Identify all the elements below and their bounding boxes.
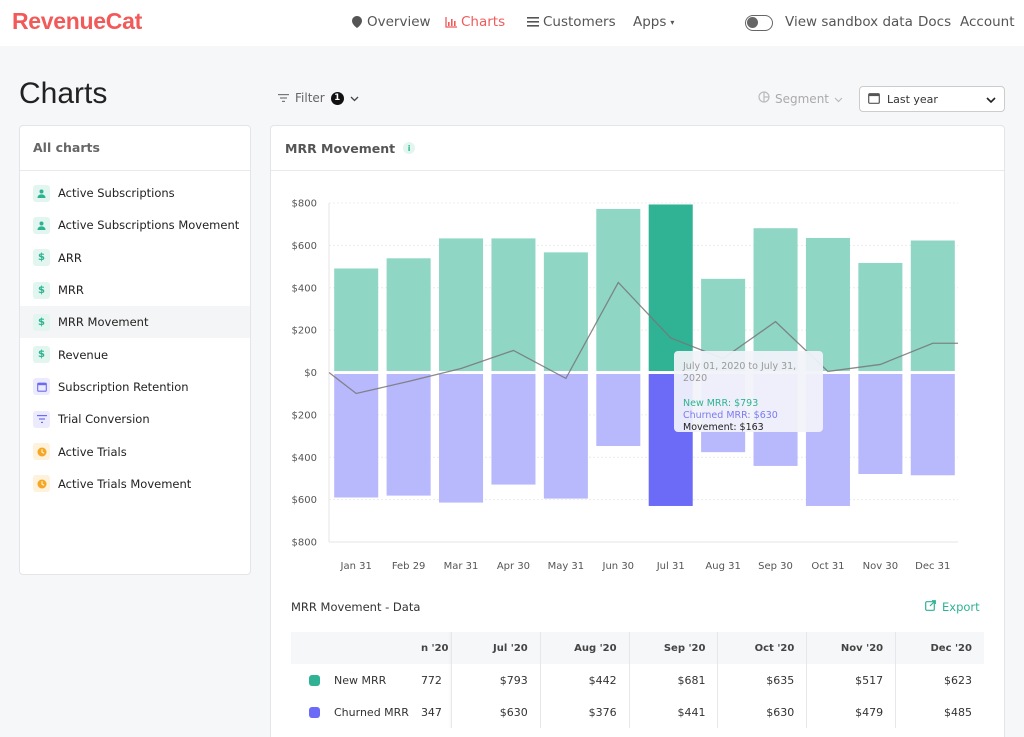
- table-cell: $623: [895, 664, 984, 696]
- table-cell: $517: [806, 664, 895, 696]
- y-tick-label: $400: [292, 453, 317, 464]
- bar-churned-mrr: [439, 374, 484, 503]
- bar-churned-mrr: [491, 374, 536, 485]
- tooltip-churned-mrr: Churned MRR: $630: [683, 410, 778, 421]
- table-cell: $635: [717, 664, 806, 696]
- bar-churned-mrr: [543, 374, 588, 499]
- bar-churned-mrr: [386, 374, 431, 496]
- bar-new-mrr: [334, 268, 379, 371]
- bar-churned-mrr: [910, 374, 955, 476]
- bar-churned-mrr: [858, 374, 903, 474]
- column-header[interactable]: n '20: [421, 632, 451, 664]
- bar-new-mrr: [596, 208, 641, 371]
- external-link-icon: [925, 600, 936, 614]
- bar-new-mrr: [753, 228, 798, 371]
- x-tick-label: Jan 31: [340, 561, 372, 572]
- y-tick-label: $600: [292, 241, 317, 252]
- series-swatch: [309, 674, 320, 686]
- tooltip-movement: Movement: $163: [683, 422, 764, 433]
- x-tick-label: Jun 30: [602, 561, 635, 572]
- bar-new-mrr: [910, 240, 955, 371]
- mrr-movement-chart: $800 $600 $400 $200 $0 $200 $400 $600 $800 Jan 31…: [292, 199, 958, 572]
- x-tick-label: May 31: [548, 561, 585, 572]
- row-label-cell: New MRR: [291, 664, 421, 696]
- bar-new-mrr: [858, 262, 903, 371]
- y-tick-label: $0: [304, 368, 317, 379]
- x-tick-label: Aug 31: [705, 561, 740, 572]
- column-header[interactable]: Nov '20: [806, 632, 895, 664]
- table-cell: $793: [450, 664, 540, 696]
- table-row: Churned MRR 347 $630 $376 $441 $630 $479 $485: [291, 696, 984, 728]
- table-header-label: [291, 632, 421, 664]
- bar-new-mrr: [386, 258, 431, 371]
- export-button[interactable]: Export: [925, 600, 980, 614]
- bar-churned-mrr: [334, 374, 379, 498]
- table-cell: 772: [421, 664, 451, 696]
- bar-new-mrr: [439, 238, 484, 371]
- x-tick-label: Apr 30: [497, 561, 530, 572]
- column-header[interactable]: Sep '20: [628, 632, 718, 664]
- y-tick-label: $400: [292, 283, 317, 294]
- bar-churned-mrr: [596, 374, 641, 447]
- row-label: New MRR: [334, 673, 387, 687]
- table-cell: $479: [806, 696, 895, 728]
- column-header[interactable]: Aug '20: [539, 632, 629, 664]
- y-tick-label: $800: [292, 199, 317, 210]
- x-tick-label: Dec 31: [915, 561, 950, 572]
- data-table-title: MRR Movement - Data: [291, 600, 421, 614]
- tooltip-new-mrr: New MRR: $793: [683, 398, 759, 409]
- table-cell: $485: [895, 696, 984, 728]
- table-cell: $630: [717, 696, 806, 728]
- table-cell: $441: [628, 696, 718, 728]
- table-row: New MRR 772 $793 $442 $681 $635 $517 $623: [291, 664, 984, 696]
- x-tick-label: Feb 29: [392, 561, 426, 572]
- bar-new-mrr: [543, 252, 588, 371]
- data-table: n '20 Jul '20 Aug '20 Sep '20 Oct '20 Nov '20…: [291, 632, 984, 728]
- table-header: n '20 Jul '20 Aug '20 Sep '20 Oct '20 Nov '20…: [291, 632, 984, 664]
- row-label-cell: Churned MRR: [291, 696, 421, 728]
- chart-tooltip: July 01, 2020 to July 31, 2020 New MRR: …: [674, 351, 823, 433]
- column-header[interactable]: Dec '20: [895, 632, 984, 664]
- table-cell: $442: [539, 664, 629, 696]
- series-swatch: [309, 706, 320, 718]
- y-tick-label: $800: [292, 538, 317, 549]
- table-cell: 347: [421, 696, 451, 728]
- table-cell: $630: [450, 696, 540, 728]
- x-tick-label: Sep 30: [758, 561, 793, 572]
- y-tick-label: $200: [292, 410, 317, 421]
- row-label: Churned MRR: [334, 705, 409, 719]
- column-header[interactable]: Jul '20: [450, 632, 540, 664]
- table-cell: $681: [628, 664, 718, 696]
- x-tick-label: Jul 31: [656, 561, 685, 572]
- x-tick-label: Nov 30: [863, 561, 898, 572]
- x-tick-label: Oct 31: [811, 561, 844, 572]
- bar-new-mrr: [648, 204, 693, 371]
- x-tick-label: Mar 31: [444, 561, 479, 572]
- y-tick-label: $200: [292, 326, 317, 337]
- column-header[interactable]: Oct '20: [717, 632, 806, 664]
- export-label: Export: [942, 600, 980, 614]
- y-tick-label: $600: [292, 495, 317, 506]
- tooltip-date: July 01, 2020 to July 31, 2020: [683, 361, 797, 384]
- table-cell: $376: [539, 696, 629, 728]
